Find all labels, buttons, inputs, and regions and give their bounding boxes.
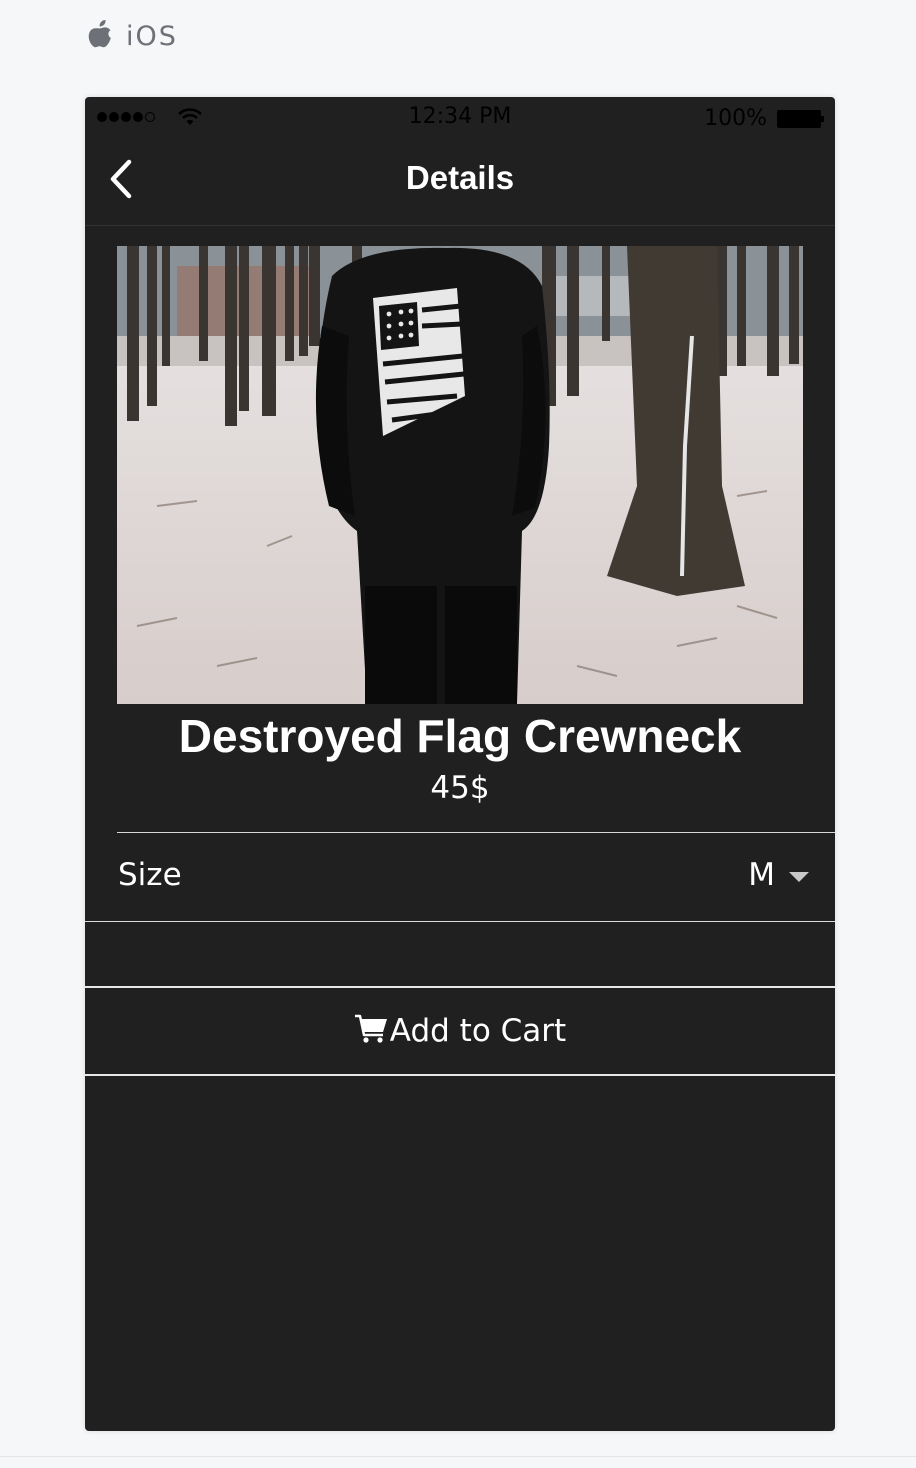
divider <box>85 1074 835 1076</box>
size-value: M <box>748 857 775 893</box>
apple-logo-icon <box>86 18 114 55</box>
battery-icon <box>777 110 824 128</box>
product-name: Destroyed Flag Crewneck <box>178 710 742 762</box>
add-to-cart-label: Add to Cart <box>389 1013 567 1049</box>
add-to-cart-button[interactable]: Add to Cart <box>85 988 835 1074</box>
size-label: Size <box>118 857 182 893</box>
product-price: 45$ <box>430 770 490 806</box>
platform-header: iOS <box>86 18 178 54</box>
divider <box>85 921 835 922</box>
caret-down-icon <box>789 871 809 889</box>
shopping-cart-icon <box>354 1013 388 1050</box>
size-selector[interactable]: Size M <box>85 833 835 921</box>
page-title: Details <box>405 159 515 196</box>
product-image <box>117 246 803 704</box>
platform-label: iOS <box>126 20 178 52</box>
phone-screen: 12:34 PM 100% Details Destroyed Flag Cre… <box>85 97 835 1431</box>
battery-percentage: 100% <box>704 106 767 131</box>
page-bottom-border <box>0 1456 916 1457</box>
navigation-bar: Details <box>85 137 835 226</box>
status-bar: 12:34 PM 100% <box>85 97 835 137</box>
